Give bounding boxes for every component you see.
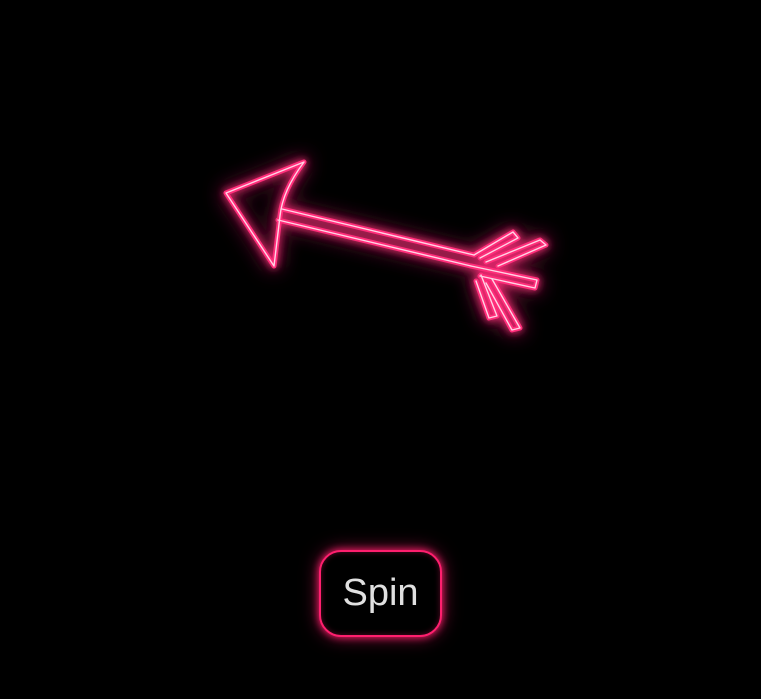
spin-button[interactable]: Spin [319, 550, 442, 637]
spinner-stage: Spin [0, 0, 761, 699]
spinner-arrow [130, 120, 630, 380]
arrow-icon [223, 159, 549, 333]
spin-button-label: Spin [342, 572, 419, 614]
